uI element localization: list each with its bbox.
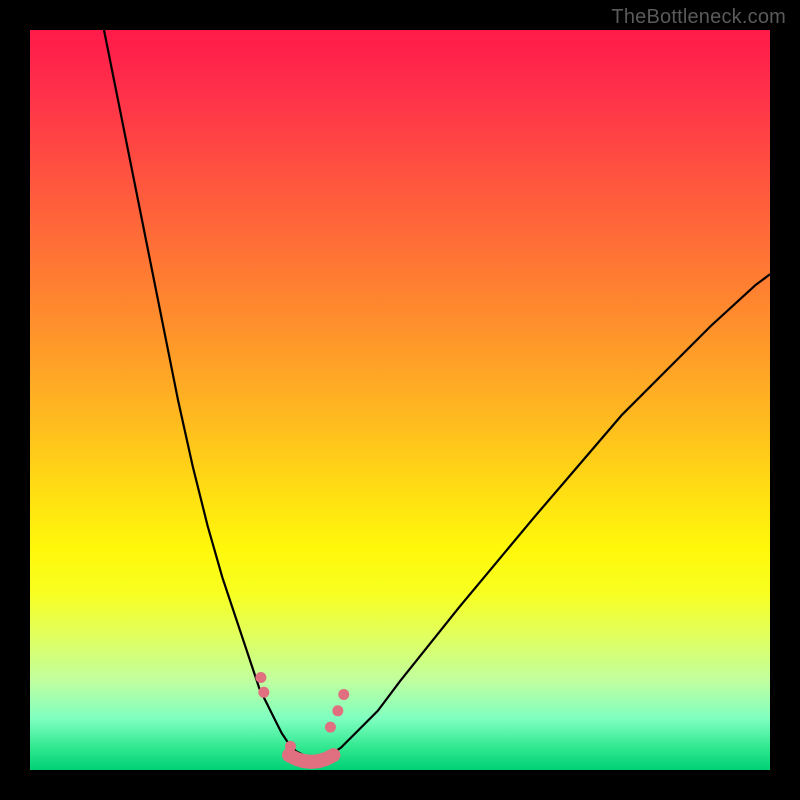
right-markers-point <box>325 722 336 733</box>
watermark-text: TheBottleneck.com <box>611 6 786 29</box>
chart-svg <box>30 30 770 770</box>
chart-frame: TheBottleneck.com <box>0 0 800 800</box>
right-curve <box>330 274 770 755</box>
left-curve <box>104 30 304 755</box>
right-markers-point <box>338 689 349 700</box>
trough-floor <box>289 755 333 762</box>
left-markers-point <box>258 687 269 698</box>
right-markers-point <box>332 705 343 716</box>
scatter-group <box>255 672 349 752</box>
left-markers-point <box>255 672 266 683</box>
series-group <box>104 30 770 762</box>
left-markers-point <box>285 741 296 752</box>
